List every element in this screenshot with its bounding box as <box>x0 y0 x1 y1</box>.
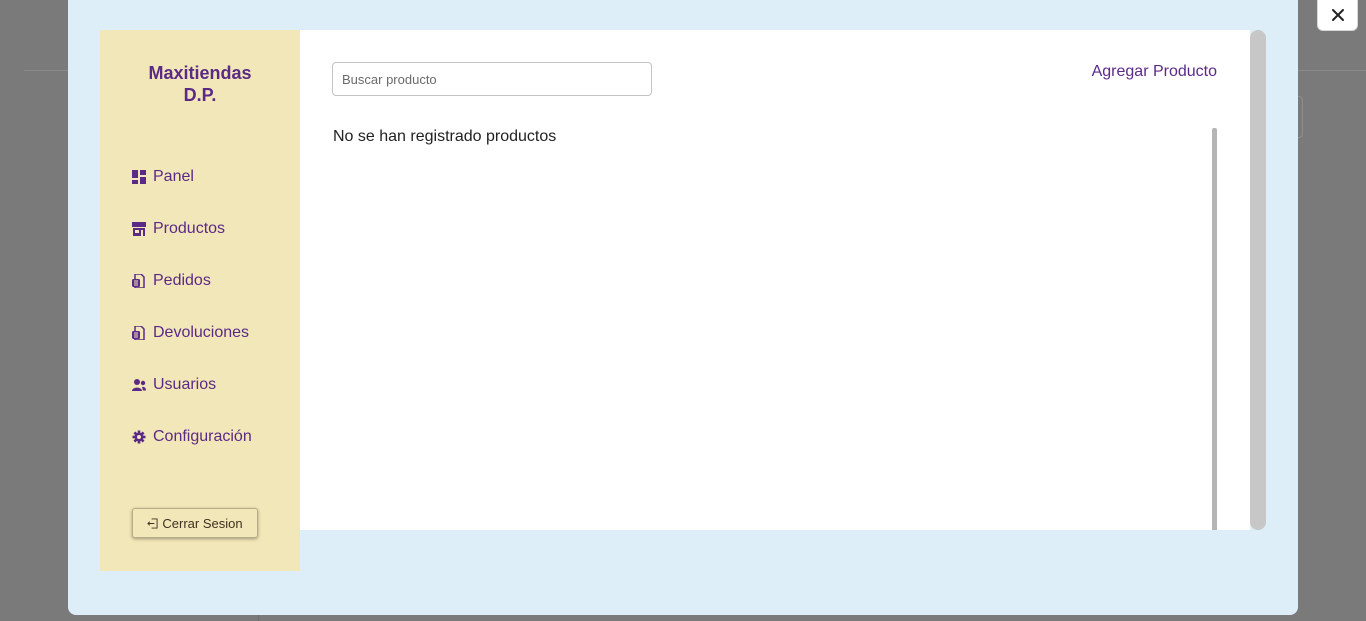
store-icon <box>132 221 147 237</box>
close-button[interactable] <box>1317 0 1358 31</box>
sidebar-item-label: Usuarios <box>153 376 217 393</box>
empty-state-message: No se han registrado productos <box>333 128 557 145</box>
sidebar-item-devoluciones[interactable]: Devoluciones <box>132 321 249 345</box>
sidebar-item-configuracion[interactable]: Configuración <box>132 425 252 449</box>
logout-label: Cerrar Sesion <box>162 515 243 531</box>
sidebar-item-pedidos[interactable]: Pedidos <box>132 269 211 293</box>
sidebar-item-label: Panel <box>153 168 194 185</box>
logout-icon <box>147 517 158 529</box>
dashboard-icon <box>132 169 147 185</box>
sidebar-item-panel[interactable]: Panel <box>132 165 194 189</box>
main-content: Agregar Producto No se han registrado pr… <box>300 30 1250 530</box>
brand-logo: Maxitiendas D.P. <box>100 62 300 106</box>
sidebar-item-label: Devoluciones <box>153 324 250 341</box>
sidebar-item-label: Configuración <box>153 428 252 445</box>
sidebar-item-label: Pedidos <box>153 272 211 289</box>
modal-scrollbar[interactable] <box>1250 30 1266 530</box>
brand-line-2: D.P. <box>183 85 217 105</box>
brand-line-1: Maxitiendas <box>148 63 252 83</box>
gear-icon <box>132 429 147 445</box>
sidebar-item-usuarios[interactable]: Usuarios <box>132 373 216 397</box>
content-scrollbar[interactable] <box>1212 128 1217 530</box>
logout-button[interactable]: Cerrar Sesion <box>132 508 258 538</box>
users-icon <box>132 377 147 393</box>
file-invoice-icon <box>132 273 147 289</box>
sidebar-item-label: Productos <box>153 220 226 237</box>
sidebar-item-productos[interactable]: Productos <box>132 217 225 241</box>
search-input[interactable] <box>332 62 652 96</box>
sidebar: Maxitiendas D.P. Panel Productos Pedidos <box>100 30 300 571</box>
modal-dialog: Maxitiendas D.P. Panel Productos Pedidos <box>68 0 1298 615</box>
file-invoice-icon <box>132 325 147 341</box>
add-product-link[interactable]: Agregar Producto <box>1092 63 1217 81</box>
close-icon <box>1331 9 1344 21</box>
